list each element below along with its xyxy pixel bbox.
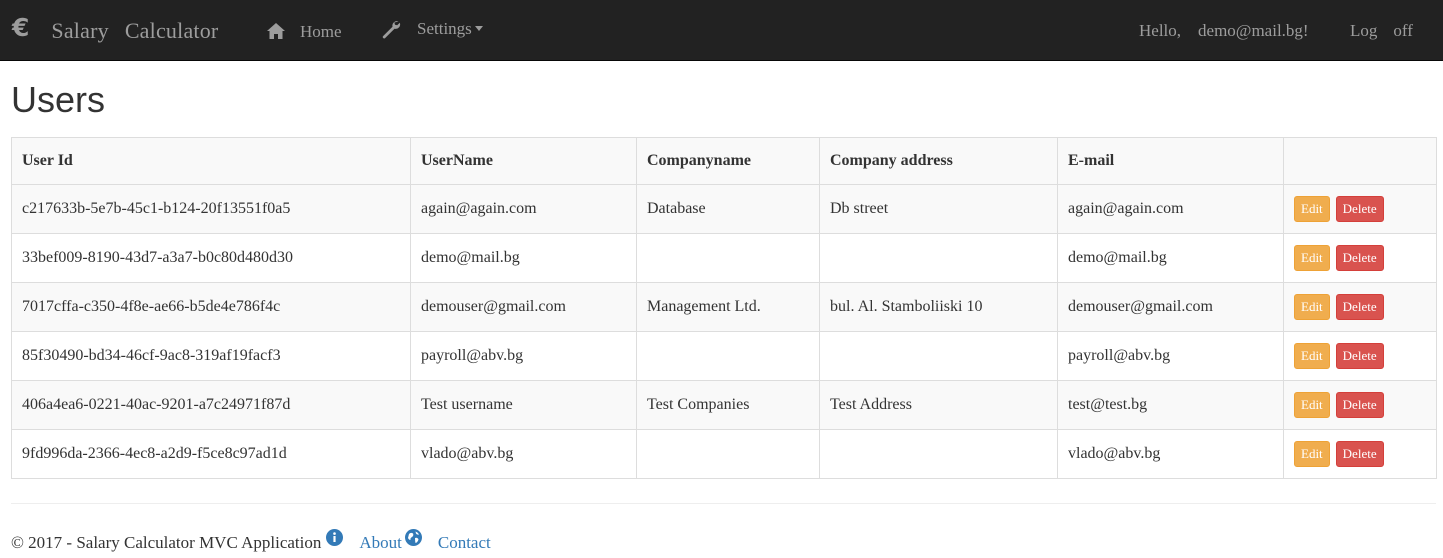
copyright-text: © 2017 - Salary Calculator MVC Applicati… xyxy=(11,533,322,552)
cell-username: payroll@abv.bg xyxy=(410,331,637,381)
delete-button[interactable]: Delete xyxy=(1335,196,1384,222)
cell-company-address: bul. Al. Stamboliiski 10 xyxy=(819,282,1058,332)
header-username: UserName xyxy=(410,137,637,185)
wrench-icon xyxy=(381,19,401,39)
info-icon xyxy=(326,529,344,551)
logoff-word-off: off xyxy=(1393,20,1413,40)
users-table: User Id UserName Companyname Company add… xyxy=(11,137,1437,479)
table-header-row: User Id UserName Companyname Company add… xyxy=(11,137,1437,185)
cell-username: demouser@gmail.com xyxy=(410,282,637,332)
nav-settings-dropdown[interactable]: Settings xyxy=(381,0,483,59)
edit-button[interactable]: Edit xyxy=(1294,343,1330,369)
cell-companyname: Test Companies xyxy=(636,380,820,430)
cell-company-address xyxy=(819,429,1058,479)
cell-username: again@again.com xyxy=(410,184,637,234)
header-email: E-mail xyxy=(1057,137,1284,185)
cell-user-id: 7017cffa-c350-4f8e-ae66-b5de4e786f4c xyxy=(11,282,411,332)
brand-link[interactable]: € Salary Calculator xyxy=(12,0,234,61)
cell-company-address xyxy=(819,233,1058,283)
delete-button[interactable]: Delete xyxy=(1335,294,1384,320)
cell-email: test@test.bg xyxy=(1057,380,1284,430)
cell-username: demo@mail.bg xyxy=(410,233,637,283)
cell-actions: Edit Delete xyxy=(1283,331,1437,381)
cell-actions: Edit Delete xyxy=(1283,184,1437,234)
globe-icon xyxy=(404,529,422,551)
cell-email: vlado@abv.bg xyxy=(1057,429,1284,479)
cell-actions: Edit Delete xyxy=(1283,233,1437,283)
table-row: 33bef009-8190-43d7-a3a7-b0c80d480d30 dem… xyxy=(11,233,1437,283)
cell-email: demouser@gmail.com xyxy=(1057,282,1284,332)
header-user-id: User Id xyxy=(11,137,411,185)
table-row: c217633b-5e7b-45c1-b124-20f13551f0a5 aga… xyxy=(11,184,1437,234)
header-company-address: Company address xyxy=(819,137,1058,185)
header-actions xyxy=(1283,137,1437,185)
nav-manage-account-link[interactable]: Hello, demo@mail.bg! xyxy=(1139,0,1309,61)
edit-button[interactable]: Edit xyxy=(1294,245,1330,271)
cell-companyname: Database xyxy=(636,184,820,234)
about-link[interactable]: About xyxy=(359,533,402,553)
cell-company-address xyxy=(819,331,1058,381)
user-email-text: demo@mail.bg! xyxy=(1198,20,1309,40)
cell-actions: Edit Delete xyxy=(1283,429,1437,479)
cell-email: demo@mail.bg xyxy=(1057,233,1284,283)
table-row: 85f30490-bd34-46cf-9ac8-319af19facf3 pay… xyxy=(11,331,1437,381)
logoff-word-log: Log xyxy=(1350,20,1378,40)
delete-button[interactable]: Delete xyxy=(1335,441,1384,467)
delete-button[interactable]: Delete xyxy=(1335,343,1384,369)
nav-home-label: Home xyxy=(300,21,342,41)
nav-home-link[interactable]: Home xyxy=(266,0,342,61)
cell-email: payroll@abv.bg xyxy=(1057,331,1284,381)
brand-word-salary: Salary xyxy=(51,17,109,43)
euro-icon: € xyxy=(12,13,30,42)
cell-actions: Edit Delete xyxy=(1283,380,1437,430)
edit-button[interactable]: Edit xyxy=(1294,392,1330,418)
page-title: Users xyxy=(11,79,106,120)
table-row: 9fd996da-2366-4ec8-a2d9-f5ce8c97ad1d vla… xyxy=(11,429,1437,479)
cell-user-id: c217633b-5e7b-45c1-b124-20f13551f0a5 xyxy=(11,184,411,234)
cell-username: Test username xyxy=(410,380,637,430)
footer-divider xyxy=(11,503,1436,504)
caret-down-icon xyxy=(474,26,483,31)
cell-companyname xyxy=(636,233,820,283)
cell-company-address: Db street xyxy=(819,184,1058,234)
cell-user-id: 9fd996da-2366-4ec8-a2d9-f5ce8c97ad1d xyxy=(11,429,411,479)
cell-actions: Edit Delete xyxy=(1283,282,1437,332)
nav-settings-label: Settings xyxy=(417,18,472,38)
cell-email: again@again.com xyxy=(1057,184,1284,234)
cell-user-id: 85f30490-bd34-46cf-9ac8-319af19facf3 xyxy=(11,331,411,381)
cell-companyname: Management Ltd. xyxy=(636,282,820,332)
edit-button[interactable]: Edit xyxy=(1294,196,1330,222)
delete-button[interactable]: Delete xyxy=(1335,392,1384,418)
delete-button[interactable]: Delete xyxy=(1335,245,1384,271)
cell-company-address: Test Address xyxy=(819,380,1058,430)
hello-text: Hello, xyxy=(1139,20,1182,40)
brand-word-calculator: Calculator xyxy=(124,17,219,43)
header-companyname: Companyname xyxy=(636,137,820,185)
cell-companyname xyxy=(636,331,820,381)
page-footer: © 2017 - Salary Calculator MVC Applicati… xyxy=(11,529,491,556)
cell-user-id: 406a4ea6-0221-40ac-9201-a7c24971f87d xyxy=(11,380,411,430)
cell-username: vlado@abv.bg xyxy=(410,429,637,479)
edit-button[interactable]: Edit xyxy=(1294,294,1330,320)
home-icon xyxy=(266,22,286,40)
table-row: 406a4ea6-0221-40ac-9201-a7c24971f87d Tes… xyxy=(11,380,1437,430)
contact-link[interactable]: Contact xyxy=(438,533,491,553)
cell-user-id: 33bef009-8190-43d7-a3a7-b0c80d480d30 xyxy=(11,233,411,283)
edit-button[interactable]: Edit xyxy=(1294,441,1330,467)
nav-logoff-link[interactable]: Log off xyxy=(1350,0,1413,61)
cell-companyname xyxy=(636,429,820,479)
table-row: 7017cffa-c350-4f8e-ae66-b5de4e786f4c dem… xyxy=(11,282,1437,332)
top-navbar: € Salary Calculator Home Settings Hello,… xyxy=(0,0,1443,61)
